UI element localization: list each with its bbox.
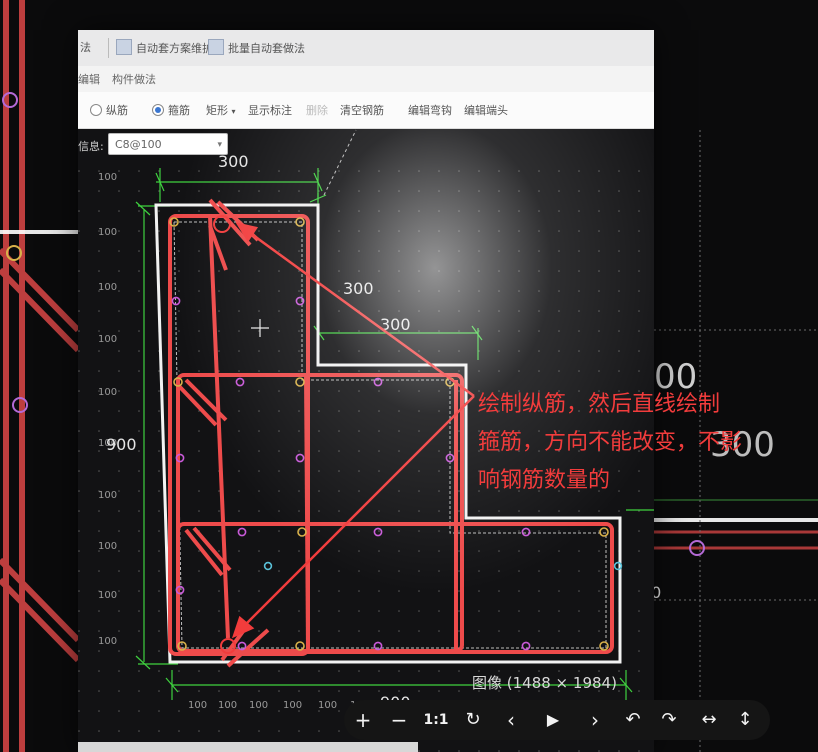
grid-label: 100 xyxy=(98,490,117,501)
rebar-toolbar: 纵筋 箍筋 矩形 ▾ 显示标注 删除 清空钢筋 编辑弯钩 编辑端头 xyxy=(78,92,654,129)
grid-label: 100 xyxy=(283,700,302,711)
chevron-down-icon: ▾ xyxy=(231,107,236,116)
shape-dropdown[interactable]: 矩形 ▾ xyxy=(206,102,236,118)
scheme-icon xyxy=(116,39,132,55)
rebar-info-value: C8@100 xyxy=(115,138,162,151)
grid-label: 100 xyxy=(98,636,117,647)
grid-label: 100 xyxy=(98,227,117,238)
show-annotation-button[interactable]: 显示标注 xyxy=(248,102,292,118)
batch-auto-method-label: 批量自动套做法 xyxy=(228,42,305,55)
stirrup-radio[interactable]: 箍筋 xyxy=(152,102,190,118)
grid-label: 100 xyxy=(98,541,117,552)
annotation-line: 绘制纵筋，然后直线绘制 xyxy=(478,392,721,417)
rotate-right-icon[interactable]: ↷ xyxy=(654,705,684,735)
longitudinal-radio[interactable]: 纵筋 xyxy=(90,102,128,118)
next-button[interactable]: › xyxy=(580,705,610,735)
tab-component-method[interactable]: 构件做法 xyxy=(112,71,156,87)
grid-label: 100 xyxy=(98,172,117,183)
flip-vertical-icon[interactable]: ↕ xyxy=(730,705,760,735)
tab-bar: 编辑 构件做法 xyxy=(78,66,654,93)
toolbar-item[interactable]: 法 xyxy=(80,39,91,55)
clear-rebar-button[interactable]: 清空钢筋 xyxy=(340,102,384,118)
grid-label: 100 xyxy=(98,387,117,398)
grid-label: 100 xyxy=(98,590,117,601)
zoom-out-button[interactable]: − xyxy=(384,705,414,735)
info-label: 信息: xyxy=(78,140,104,153)
radio-icon xyxy=(90,104,102,116)
flip-horizontal-icon[interactable]: ↔ xyxy=(694,705,724,735)
info-row: 信息: C8@100 ▾ xyxy=(78,130,654,160)
refresh-icon[interactable]: ↻ xyxy=(458,705,488,735)
main-toolbar: 法 自动套方案维护 批量自动套做法 xyxy=(78,30,654,67)
grid-label: 100 xyxy=(188,700,207,711)
grid-label: 100 xyxy=(218,700,237,711)
image-viewer-toolbar: + − 1:1 ↻ ‹ ▶ › ↶ ↷ ↔ ↕ xyxy=(344,700,770,740)
longitudinal-label: 纵筋 xyxy=(106,104,128,117)
shape-label: 矩形 xyxy=(206,104,228,117)
edit-hook-button[interactable]: 编辑弯钩 xyxy=(408,102,452,118)
auto-scheme-maintain-button[interactable]: 自动套方案维护 xyxy=(116,39,213,56)
annotation-line: 响钢筋数量的 xyxy=(478,468,611,493)
actual-size-button[interactable]: 1:1 xyxy=(421,705,451,735)
rebar-info-select[interactable]: C8@100 ▾ xyxy=(108,133,228,155)
radio-selected-icon xyxy=(152,104,164,116)
batch-icon xyxy=(208,39,224,55)
grid-label: 100 xyxy=(98,334,117,345)
dimension-left-height: 900 xyxy=(106,435,137,454)
annotation-line: 箍筋，方向不能改变，不影 xyxy=(478,430,743,455)
zoom-in-button[interactable]: + xyxy=(348,705,378,735)
rotate-left-icon[interactable]: ↶ xyxy=(618,705,648,735)
batch-auto-method-button[interactable]: 批量自动套做法 xyxy=(208,39,305,56)
edit-end-button[interactable]: 编辑端头 xyxy=(464,102,508,118)
delete-button[interactable]: 删除 xyxy=(306,102,328,118)
grid-label: 100 xyxy=(249,700,268,711)
stirrup-label: 箍筋 xyxy=(168,104,190,117)
toolbar-separator xyxy=(108,38,109,58)
bottom-strip xyxy=(78,742,418,752)
play-button[interactable]: ▶ xyxy=(538,705,568,735)
previous-button[interactable]: ‹ xyxy=(496,705,526,735)
grid-label: 100 xyxy=(318,700,337,711)
annotation-text: 绘制纵筋，然后直线绘制 箍筋，方向不能改变，不影 响钢筋数量的 xyxy=(478,386,818,500)
tab-edit[interactable]: 编辑 xyxy=(78,71,100,87)
image-size-caption: 图像 (1488 × 1984) xyxy=(472,674,617,692)
chevron-down-icon: ▾ xyxy=(217,140,222,150)
dimension-notch-height: 300 xyxy=(343,279,374,298)
auto-scheme-maintain-label: 自动套方案维护 xyxy=(136,42,213,55)
grid-label: 100 xyxy=(98,282,117,293)
